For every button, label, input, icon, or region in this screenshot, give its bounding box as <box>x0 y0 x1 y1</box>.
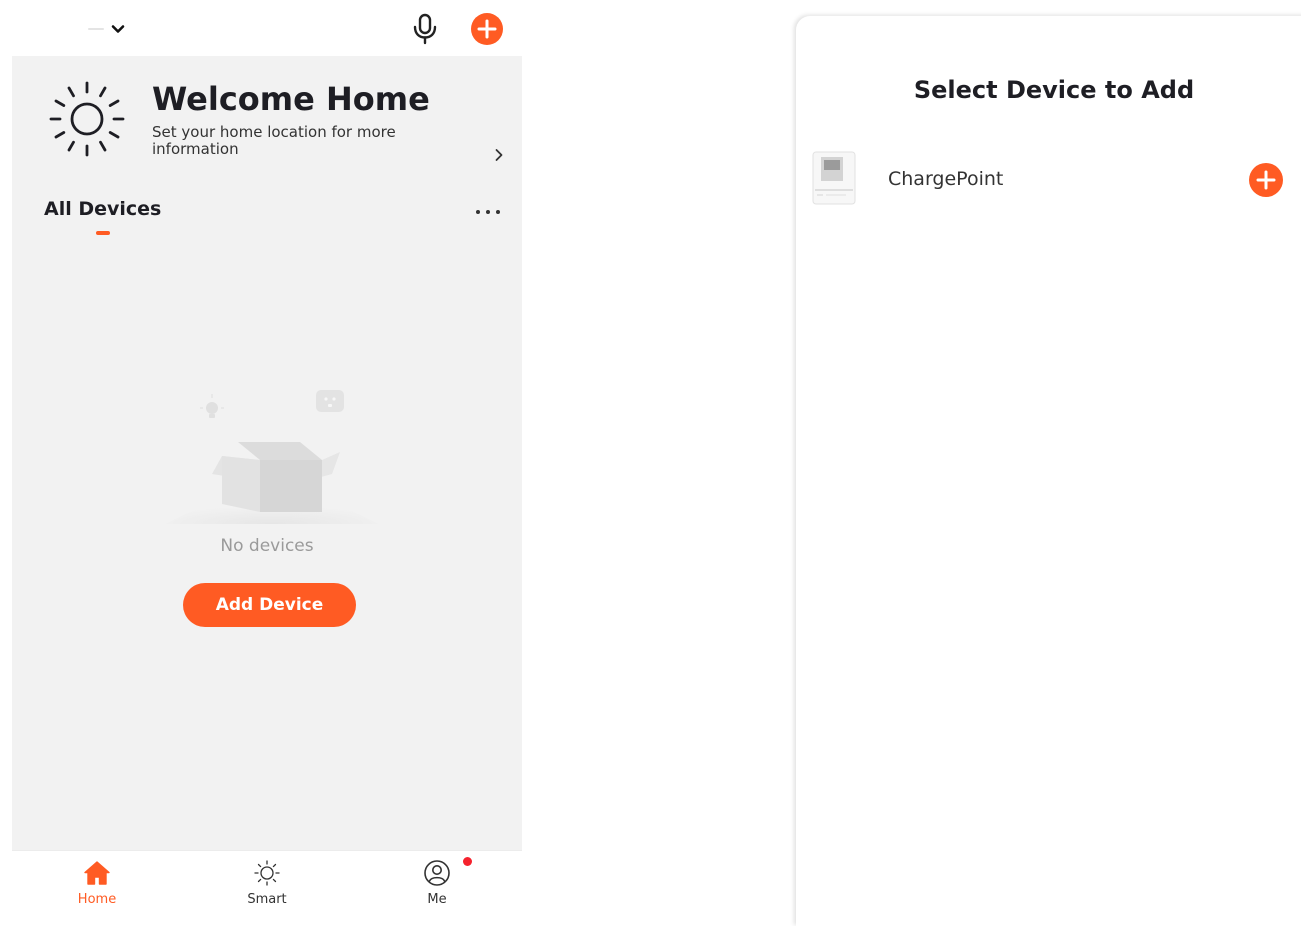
add-plus-icon[interactable] <box>470 12 504 46</box>
chevron-down-icon <box>111 25 125 33</box>
user-icon <box>424 860 450 886</box>
chevron-right-icon <box>495 149 503 161</box>
nav-me[interactable]: Me <box>352 851 522 911</box>
bottom-nav: Home Smart Me <box>12 850 522 911</box>
nav-label-smart: Smart <box>247 892 287 907</box>
device-name: ChargePoint <box>888 168 1004 190</box>
home-screen: Welcome Home Set your home location for … <box>0 0 522 911</box>
welcome-title: Welcome Home <box>152 80 430 118</box>
tab-all-devices[interactable]: All Devices <box>44 198 161 220</box>
sun-icon <box>49 81 125 157</box>
notification-badge <box>463 857 472 866</box>
tab-active-indicator <box>96 231 110 235</box>
top-bar <box>0 0 522 56</box>
empty-box-illustration <box>166 390 378 524</box>
nav-label-home: Home <box>77 892 117 907</box>
home-selector[interactable] <box>88 14 158 44</box>
select-device-modal: Select Device to Add ChargePoint <box>796 16 1301 926</box>
more-horizontal-icon[interactable] <box>472 204 504 220</box>
device-list-item[interactable]: ChargePoint <box>812 148 1292 210</box>
devices-tab-bar: All Devices <box>44 198 161 235</box>
nav-label-me: Me <box>427 892 447 907</box>
nav-smart[interactable]: Smart <box>182 851 352 911</box>
modal-title: Select Device to Add <box>913 76 1195 104</box>
microphone-icon[interactable] <box>410 12 440 46</box>
smart-sun-icon <box>254 860 280 886</box>
home-name-placeholder <box>88 28 104 30</box>
charger-device-icon <box>812 151 856 205</box>
home-icon <box>84 861 110 885</box>
home-content: Welcome Home Set your home location for … <box>12 56 522 850</box>
nav-home[interactable]: Home <box>12 851 182 911</box>
add-chargepoint-plus-icon[interactable] <box>1248 162 1284 198</box>
empty-state-text: No devices <box>220 536 314 556</box>
welcome-subtitle: Set your home location for more informat… <box>152 123 396 158</box>
add-device-button[interactable]: Add Device <box>183 583 356 627</box>
welcome-banner[interactable]: Welcome Home Set your home location for … <box>12 74 522 174</box>
